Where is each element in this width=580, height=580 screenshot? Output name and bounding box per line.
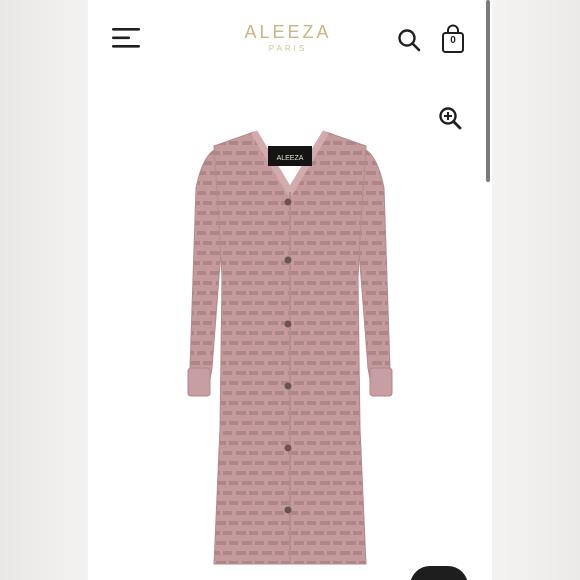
background-right: [492, 0, 580, 580]
label-text: ALEEZA: [277, 155, 304, 162]
background-left: [0, 0, 88, 580]
product-image[interactable]: ALEEZA: [182, 128, 398, 568]
menu-icon[interactable]: [112, 26, 142, 50]
brand-name: ALEEZA: [244, 22, 332, 42]
shopping-bag-button[interactable]: 0: [440, 24, 466, 54]
chat-button[interactable]: [410, 566, 468, 580]
mobile-page: ALEEZA PARIS 0 ALEEZA: [88, 0, 492, 580]
zoom-in-icon[interactable]: [438, 106, 462, 130]
brand-logo[interactable]: ALEEZA PARIS: [213, 22, 363, 53]
scrollbar[interactable]: [486, 0, 490, 182]
cart-count: 0: [450, 35, 456, 46]
search-icon[interactable]: [397, 28, 421, 52]
brand-subtitle: PARIS: [268, 44, 308, 53]
